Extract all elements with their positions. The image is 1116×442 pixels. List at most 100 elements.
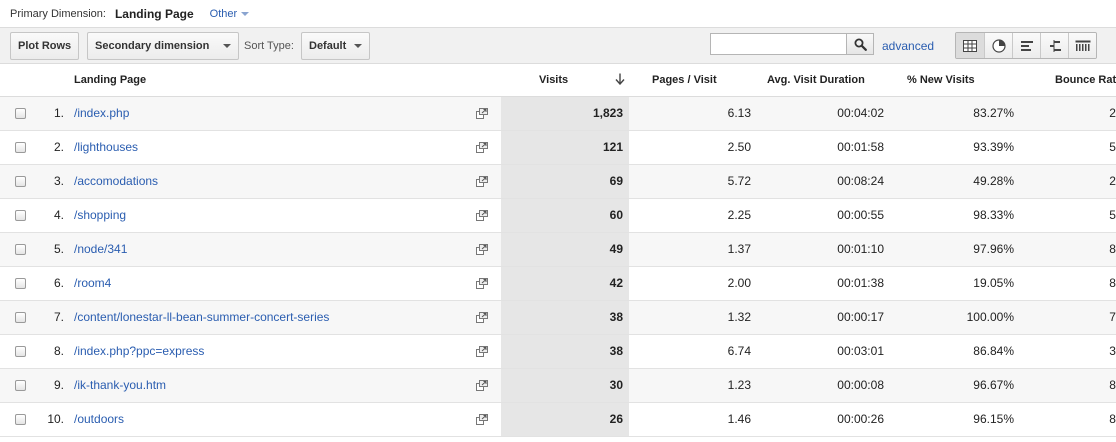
- row-index: 10.: [40, 402, 68, 437]
- sort-type-dropdown[interactable]: Default: [301, 32, 370, 60]
- row-checkbox[interactable]: [14, 380, 26, 392]
- external-link-icon[interactable]: [476, 210, 488, 222]
- row-new-visits: 93.39%: [890, 130, 1020, 165]
- chevron-down-icon: [223, 44, 231, 48]
- row-new-visits: 96.67%: [890, 368, 1020, 403]
- header-pages-per-visit[interactable]: Pages / Visit: [629, 64, 757, 97]
- table-row: 4. /shopping 602.2500:00:5598.33%58.33%: [0, 198, 1116, 233]
- other-dimension-label: Other: [209, 7, 238, 20]
- row-checkbox-cell: [0, 164, 40, 199]
- table-search-input[interactable]: [710, 33, 847, 55]
- table-row: 9. /ik-thank-you.htm 30 1.23 00:00:08 96.67% 8…: [0, 368, 1116, 403]
- row-visits: 69: [501, 164, 629, 199]
- row-visits: 49: [501, 232, 629, 267]
- row-avg-visit-duration: 00:08:24: [757, 164, 890, 199]
- landing-page-link[interactable]: /room4: [74, 276, 111, 290]
- row-checkbox[interactable]: [14, 244, 26, 256]
- row-checkbox[interactable]: [14, 278, 26, 290]
- row-landing-page-cell: /room4: [68, 266, 463, 301]
- header-checkbox-cell: [0, 64, 40, 97]
- row-pages-per-visit: 1.23: [629, 368, 757, 403]
- row-new-visits: 100.00%: [890, 300, 1020, 335]
- row-checkbox[interactable]: [14, 414, 26, 426]
- row-index: 8.: [40, 334, 68, 369]
- landing-page-link[interactable]: /content/lonestar-ll-bean-summer-concert…: [74, 310, 329, 324]
- row-landing-page-cell: /shopping: [68, 198, 463, 233]
- landing-page-link[interactable]: /outdoors: [74, 412, 124, 426]
- row-index: 4.: [40, 198, 68, 233]
- advanced-filter-link[interactable]: advanced: [882, 39, 934, 53]
- table-row: 7. /content/lonestar-ll-bean-summer-conce…: [0, 300, 1116, 335]
- plot-rows-label: Plot Rows: [18, 40, 72, 52]
- row-avg-visit-duration: 00:01:58: [757, 130, 890, 165]
- pivot-view-button[interactable]: [1068, 33, 1096, 58]
- row-new-visits: 97.96%: [890, 232, 1020, 267]
- bar-view-button[interactable]: [1012, 33, 1040, 58]
- row-checkbox[interactable]: [14, 142, 26, 154]
- row-visits: 121: [501, 130, 629, 165]
- external-link-icon[interactable]: [476, 142, 488, 154]
- row-checkbox[interactable]: [14, 176, 26, 188]
- external-link-icon[interactable]: [476, 244, 488, 256]
- header-landing-page[interactable]: Landing Page: [68, 64, 463, 97]
- row-bounce-rate: 23.86%: [1020, 96, 1116, 131]
- header-bounce-rate[interactable]: Bounce Rate: [1020, 64, 1116, 97]
- search-button[interactable]: [846, 33, 874, 55]
- row-popout-cell: [463, 266, 501, 301]
- landing-page-link[interactable]: /index.php: [74, 106, 129, 120]
- landing-page-link[interactable]: /ik-thank-you.htm: [74, 378, 166, 392]
- external-link-icon[interactable]: [476, 346, 488, 358]
- row-index: 3.: [40, 164, 68, 199]
- external-link-icon[interactable]: [476, 414, 488, 426]
- row-checkbox[interactable]: [14, 312, 26, 324]
- plot-rows-button[interactable]: Plot Rows: [10, 32, 80, 60]
- row-bounce-rate: 83.33%: [1020, 368, 1116, 403]
- row-popout-cell: [463, 368, 501, 403]
- row-pages-per-visit: 2.25: [629, 198, 757, 233]
- comparison-view-button[interactable]: [1040, 33, 1068, 58]
- row-checkbox-cell: [0, 334, 40, 369]
- row-bounce-rate: 55.37%: [1020, 130, 1116, 165]
- table-toolbar: Plot Rows Secondary dimension Sort Type:…: [0, 27, 1116, 64]
- external-link-icon[interactable]: [476, 108, 488, 120]
- row-popout-cell: [463, 402, 501, 437]
- row-landing-page-cell: /ik-thank-you.htm: [68, 368, 463, 403]
- row-avg-visit-duration: 00:00:17: [757, 300, 890, 335]
- row-checkbox[interactable]: [14, 346, 26, 358]
- row-checkbox-cell: [0, 130, 40, 165]
- external-link-icon[interactable]: [476, 278, 488, 290]
- header-new-visits[interactable]: % New Visits: [890, 64, 1020, 97]
- external-link-icon[interactable]: [476, 380, 488, 392]
- view-switcher: [955, 32, 1097, 59]
- other-dimension-dropdown[interactable]: Other: [210, 8, 250, 20]
- row-index: 1.: [40, 96, 68, 131]
- pie-view-button[interactable]: [984, 33, 1012, 58]
- row-bounce-rate: 78.95%: [1020, 300, 1116, 335]
- header-popout-cell: [463, 64, 501, 97]
- landing-page-link[interactable]: /accomodations: [74, 174, 158, 188]
- row-pages-per-visit: 6.74: [629, 334, 757, 369]
- landing-page-link[interactable]: /shopping: [74, 208, 126, 222]
- external-link-icon[interactable]: [476, 312, 488, 324]
- secondary-dimension-dropdown[interactable]: Secondary dimension: [87, 32, 239, 60]
- row-checkbox[interactable]: [14, 108, 26, 120]
- header-visits[interactable]: Visits: [501, 64, 629, 97]
- external-link-icon[interactable]: [476, 176, 488, 188]
- row-popout-cell: [463, 232, 501, 267]
- landing-page-link[interactable]: /index.php?ppc=express: [74, 344, 204, 358]
- chevron-down-icon: [354, 44, 363, 48]
- pivot-view-icon: [1075, 40, 1090, 51]
- row-checkbox[interactable]: [14, 210, 26, 222]
- header-avg-visit-duration[interactable]: Avg. Visit Duration: [757, 64, 890, 97]
- chevron-down-icon: [241, 11, 250, 16]
- landing-page-link[interactable]: /node/341: [74, 242, 127, 256]
- row-new-visits: 96.15%: [890, 402, 1020, 437]
- primary-dimension-active: Landing Page: [114, 6, 194, 21]
- row-index: 7.: [40, 300, 68, 335]
- row-popout-cell: [463, 130, 501, 165]
- table-row: 10. /outdoors 261.4600:00:2696.15%80.77%: [0, 402, 1116, 437]
- landing-page-link[interactable]: /lighthouses: [74, 140, 138, 154]
- row-landing-page-cell: /outdoors: [68, 402, 463, 437]
- row-bounce-rate: 31.58%: [1020, 334, 1116, 369]
- table-view-button[interactable]: [956, 33, 984, 58]
